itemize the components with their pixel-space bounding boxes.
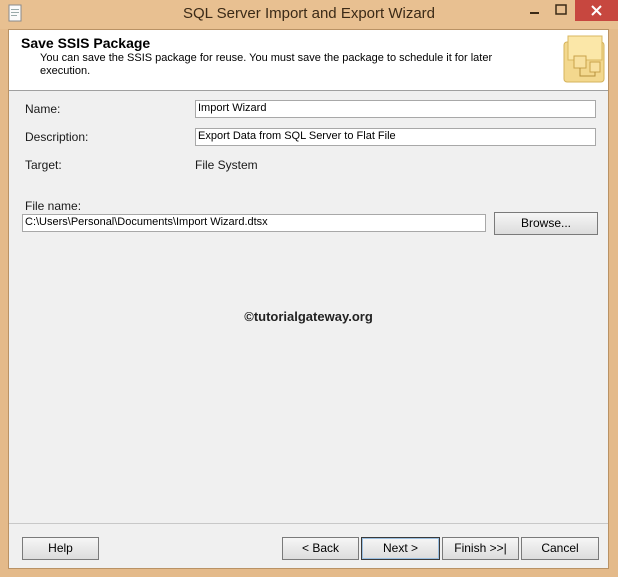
minimize-icon <box>530 12 539 14</box>
close-button[interactable] <box>575 0 618 21</box>
description-field[interactable]: Export Data from SQL Server to Flat File <box>195 128 596 146</box>
name-field[interactable]: Import Wizard <box>195 100 596 118</box>
browse-button[interactable]: Browse... <box>494 212 598 235</box>
footer-divider <box>9 523 608 524</box>
close-icon <box>591 5 602 16</box>
file-name-label: File name: <box>25 199 82 213</box>
target-value: File System <box>195 158 258 172</box>
page-title: Save SSIS Package <box>21 35 151 51</box>
page-header: Save SSIS Package You can save the SSIS … <box>9 30 608 91</box>
finish-button[interactable]: Finish >>| <box>442 537 519 560</box>
wizard-dialog: Save SSIS Package You can save the SSIS … <box>8 29 609 569</box>
description-label: Description: <box>25 130 89 144</box>
cancel-button[interactable]: Cancel <box>521 537 599 560</box>
maximize-icon <box>555 4 567 15</box>
title-bar: SQL Server Import and Export Wizard <box>0 0 618 29</box>
minimize-button[interactable] <box>521 0 547 21</box>
maximize-button[interactable] <box>548 0 574 21</box>
target-label: Target: <box>25 158 62 172</box>
file-name-field[interactable]: C:\Users\Personal\Documents\Import Wizar… <box>22 214 486 232</box>
help-button[interactable]: Help <box>22 537 99 560</box>
name-label: Name: <box>25 102 61 116</box>
back-button[interactable]: < Back <box>282 537 359 560</box>
page-description: You can save the SSIS package for reuse.… <box>40 52 493 77</box>
watermark: ©tutorialgateway.org <box>244 309 373 324</box>
package-folder-icon <box>563 35 605 83</box>
next-button[interactable]: Next > <box>361 537 440 560</box>
